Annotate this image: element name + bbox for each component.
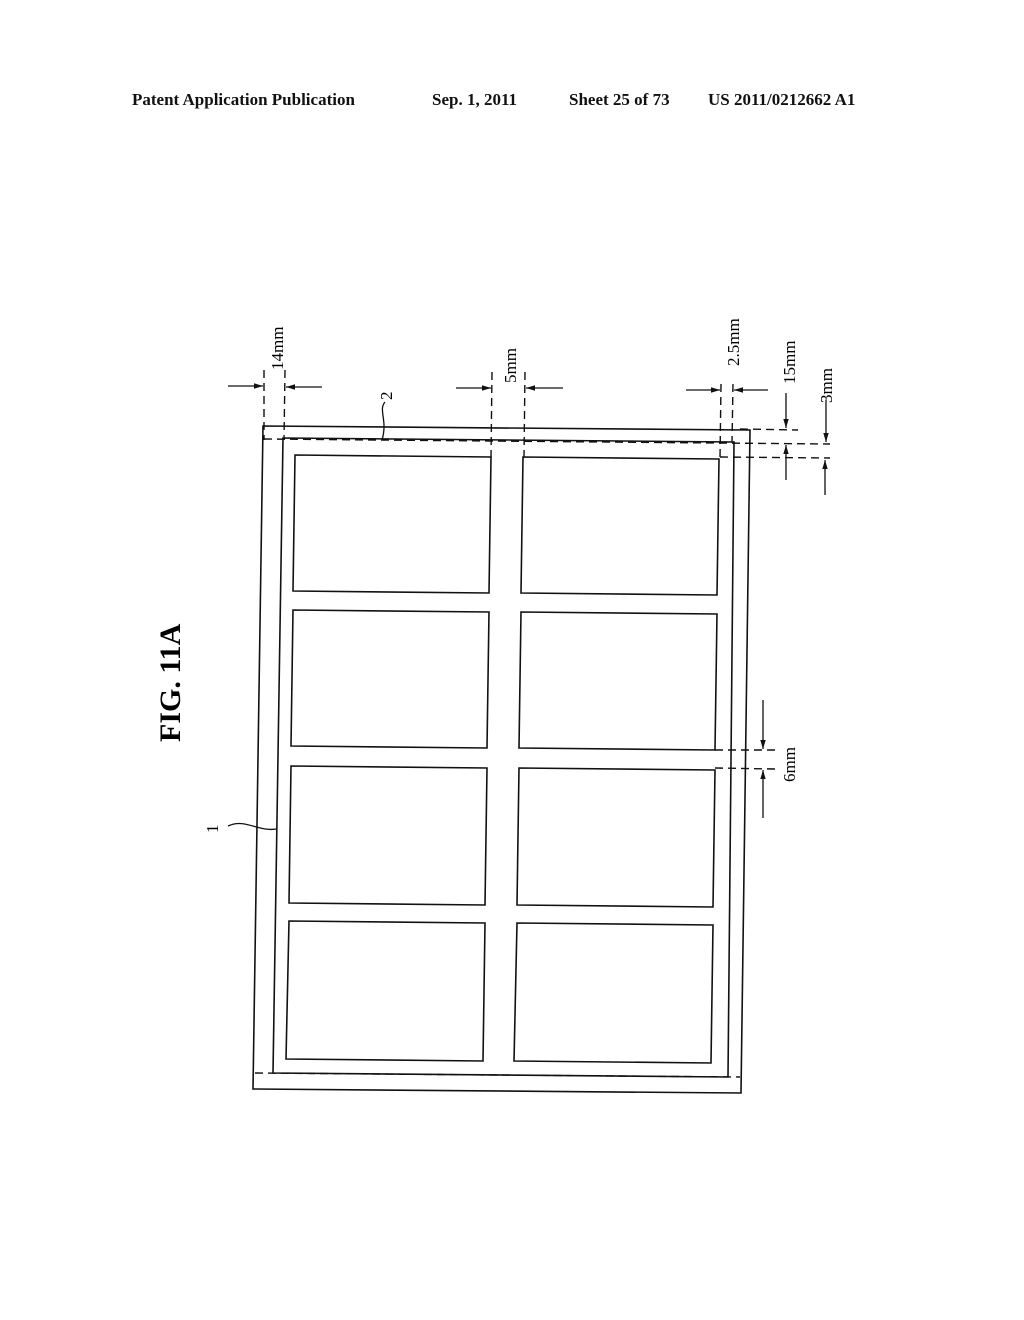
- cut-line-right-inner: [731, 383, 734, 443]
- cut-line-left-inner: [283, 369, 286, 441]
- dim-label-top-offset: 3mm: [817, 368, 836, 403]
- panel-border: [272, 437, 735, 1078]
- grid-cell: [288, 765, 488, 906]
- cut-line-top-inner: [719, 456, 831, 459]
- dim-label-right-margin: 2.5mm: [724, 318, 743, 366]
- dim-label-top-margin: 15mm: [780, 341, 799, 384]
- grid-cell: [290, 609, 490, 749]
- cut-line-center-left: [490, 371, 493, 458]
- patent-figure: FIG. 11A 14mm 5mm 2.5mm 15mm 3mm 6mm 2 1: [154, 318, 836, 1094]
- leader-ref-1: [227, 822, 277, 831]
- grid-cell: [285, 920, 486, 1062]
- cut-line-right-outer: [719, 383, 722, 459]
- grid-cell: [516, 767, 716, 908]
- figure-title: FIG. 11A: [154, 623, 187, 742]
- grid-cell: [513, 922, 714, 1064]
- outer-sheet-border: [252, 425, 751, 1094]
- cut-line-row-b: [714, 767, 776, 770]
- ref-label-panel: 1: [203, 825, 222, 834]
- grid-cell: [520, 456, 720, 596]
- grid-cell: [292, 454, 492, 594]
- cut-line-center-right: [523, 371, 526, 458]
- grid-cell: [518, 611, 718, 751]
- leader-ref-2: [381, 401, 386, 441]
- dim-label-row-gap: 6mm: [780, 747, 799, 782]
- dim-label-center-gap: 5mm: [501, 348, 520, 383]
- ref-label-cut-line: 2: [377, 392, 396, 401]
- dim-label-left-margin: 14mm: [268, 327, 287, 370]
